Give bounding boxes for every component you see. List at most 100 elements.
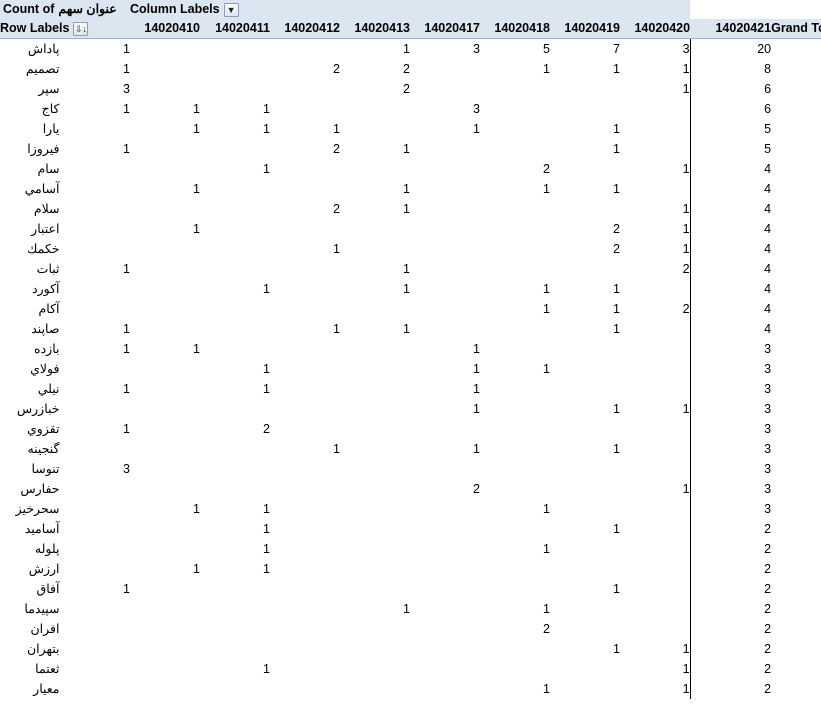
- value-cell[interactable]: 1: [480, 299, 550, 319]
- value-cell[interactable]: [270, 679, 340, 699]
- column-header-grand-total[interactable]: Grand Total: [771, 19, 821, 39]
- chevron-down-icon[interactable]: ▼: [223, 2, 239, 17]
- value-cell[interactable]: [130, 199, 200, 219]
- value-cell[interactable]: [130, 599, 200, 619]
- value-cell[interactable]: [270, 659, 340, 679]
- value-cell[interactable]: [410, 179, 480, 199]
- value-cell[interactable]: [340, 659, 410, 679]
- column-header-14020421[interactable]: 14020421: [690, 19, 772, 39]
- value-cell[interactable]: [130, 619, 200, 639]
- value-cell[interactable]: 2: [480, 159, 550, 179]
- value-cell[interactable]: [410, 279, 480, 299]
- value-cell[interactable]: [270, 599, 340, 619]
- value-cell[interactable]: [130, 539, 200, 559]
- table-row[interactable]: آسامي 1 1 1 1 4: [0, 179, 821, 199]
- row-label-cell[interactable]: سحرخيز: [0, 499, 61, 519]
- value-cell[interactable]: [60, 159, 130, 179]
- value-cell[interactable]: [620, 619, 691, 639]
- row-label-cell[interactable]: پلوله: [0, 539, 61, 559]
- row-label-cell[interactable]: پاداش: [0, 38, 61, 59]
- value-cell[interactable]: [340, 99, 410, 119]
- value-cell[interactable]: 1: [550, 279, 620, 299]
- row-grand-total-cell[interactable]: 6: [689, 79, 772, 99]
- row-label-cell[interactable]: آكام: [0, 299, 61, 319]
- table-row[interactable]: پاداش 1 1 3 5 7 3 20: [0, 38, 821, 59]
- value-cell[interactable]: [60, 519, 130, 539]
- value-cell[interactable]: 1: [340, 199, 410, 219]
- value-cell[interactable]: [550, 539, 620, 559]
- value-cell[interactable]: [550, 499, 620, 519]
- value-cell[interactable]: [130, 79, 200, 99]
- value-cell[interactable]: [480, 259, 550, 279]
- value-cell[interactable]: [340, 639, 410, 659]
- value-cell[interactable]: [60, 239, 130, 259]
- value-cell[interactable]: 1: [60, 259, 130, 279]
- row-label-cell[interactable]: افران: [0, 619, 61, 639]
- value-cell[interactable]: [480, 219, 550, 239]
- row-grand-total-cell[interactable]: 4: [689, 319, 772, 339]
- row-grand-total-cell[interactable]: 4: [689, 199, 772, 219]
- row-grand-total-cell[interactable]: 3: [689, 459, 772, 479]
- value-cell[interactable]: [270, 499, 340, 519]
- value-cell[interactable]: 1: [130, 179, 200, 199]
- value-cell[interactable]: [60, 659, 130, 679]
- value-cell[interactable]: [130, 399, 200, 419]
- value-cell[interactable]: [130, 379, 200, 399]
- value-cell[interactable]: [480, 79, 550, 99]
- value-cell[interactable]: [620, 139, 691, 159]
- column-header-14020411[interactable]: 14020411: [200, 19, 270, 39]
- column-header-14020413[interactable]: 14020413: [340, 19, 410, 39]
- value-cell[interactable]: [270, 359, 340, 379]
- value-cell[interactable]: [200, 479, 270, 499]
- value-cell[interactable]: [270, 339, 340, 359]
- value-cell[interactable]: 1: [620, 79, 691, 99]
- value-cell[interactable]: [130, 159, 200, 179]
- value-cell[interactable]: 1: [200, 659, 270, 679]
- value-cell[interactable]: [550, 199, 620, 219]
- value-cell[interactable]: [340, 359, 410, 379]
- value-cell[interactable]: 1: [270, 319, 340, 339]
- value-cell[interactable]: 2: [410, 479, 480, 499]
- value-cell[interactable]: [410, 319, 480, 339]
- value-cell[interactable]: [340, 579, 410, 599]
- value-cell[interactable]: 1: [550, 299, 620, 319]
- value-cell[interactable]: [270, 479, 340, 499]
- value-cell[interactable]: [480, 199, 550, 219]
- table-row[interactable]: تنوسا 3 3: [0, 459, 821, 479]
- value-cell[interactable]: [410, 519, 480, 539]
- value-cell[interactable]: [620, 379, 691, 399]
- value-cell[interactable]: 1: [480, 679, 550, 699]
- row-label-cell[interactable]: آكورد: [0, 279, 61, 299]
- value-cell[interactable]: [270, 459, 340, 479]
- value-cell[interactable]: [550, 599, 620, 619]
- row-grand-total-cell[interactable]: 3: [689, 439, 772, 459]
- value-cell[interactable]: [60, 679, 130, 699]
- table-row[interactable]: ثبات 1 1 2 4: [0, 259, 821, 279]
- value-cell[interactable]: [480, 239, 550, 259]
- value-cell[interactable]: [340, 339, 410, 359]
- value-cell[interactable]: [340, 419, 410, 439]
- value-cell[interactable]: 1: [410, 339, 480, 359]
- value-cell[interactable]: [200, 679, 270, 699]
- value-cell[interactable]: 1: [200, 119, 270, 139]
- value-cell[interactable]: 1: [410, 119, 480, 139]
- value-cell[interactable]: 3: [410, 99, 480, 119]
- value-cell[interactable]: [550, 619, 620, 639]
- column-header-14020412[interactable]: 14020412: [270, 19, 340, 39]
- value-cell[interactable]: [410, 299, 480, 319]
- table-row[interactable]: تقزوي 1 2 3: [0, 419, 821, 439]
- value-cell[interactable]: [60, 439, 130, 459]
- row-grand-total-cell[interactable]: 2: [689, 679, 772, 699]
- value-cell[interactable]: 2: [270, 59, 340, 79]
- value-cell[interactable]: [340, 379, 410, 399]
- value-cell[interactable]: 5: [480, 38, 550, 59]
- value-cell[interactable]: 1: [410, 379, 480, 399]
- value-cell[interactable]: 1: [620, 199, 691, 219]
- value-cell[interactable]: [410, 199, 480, 219]
- value-cell[interactable]: [60, 399, 130, 419]
- value-cell[interactable]: [410, 239, 480, 259]
- value-cell[interactable]: 3: [620, 38, 691, 59]
- value-cell[interactable]: [130, 439, 200, 459]
- table-row[interactable]: حفارس 2 1 3: [0, 479, 821, 499]
- value-cell[interactable]: [620, 599, 691, 619]
